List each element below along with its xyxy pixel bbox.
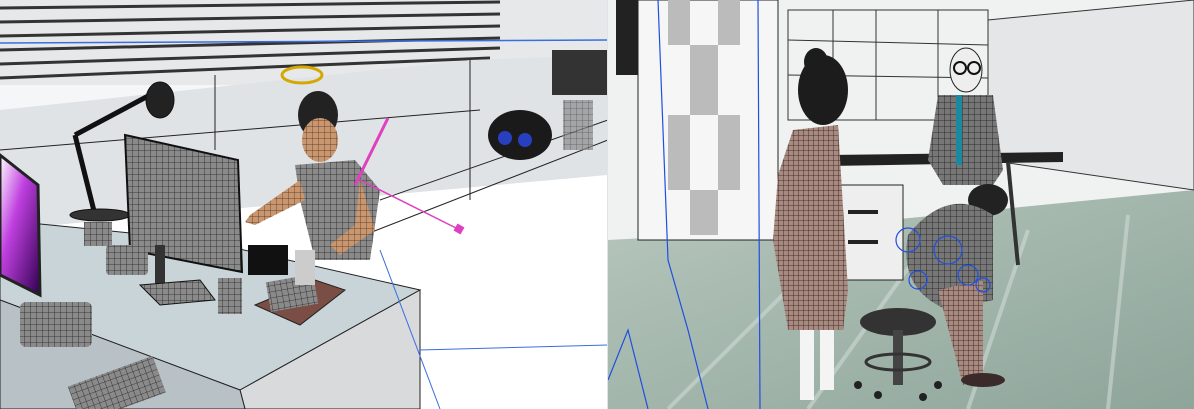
viewport-left[interactable] [0, 0, 608, 409]
right-scene [608, 0, 1194, 409]
viewport-container [0, 0, 1194, 409]
viewport-right[interactable] [608, 0, 1194, 409]
left-scene [0, 0, 608, 409]
cup [84, 222, 112, 246]
background-monitor [552, 50, 607, 95]
picture-frame [616, 0, 638, 75]
helmet-object [488, 110, 552, 160]
speaker [106, 245, 148, 275]
bottle [295, 250, 315, 285]
keyboard-desk [248, 245, 288, 275]
plant-pot [218, 278, 242, 314]
speaker [20, 302, 92, 347]
